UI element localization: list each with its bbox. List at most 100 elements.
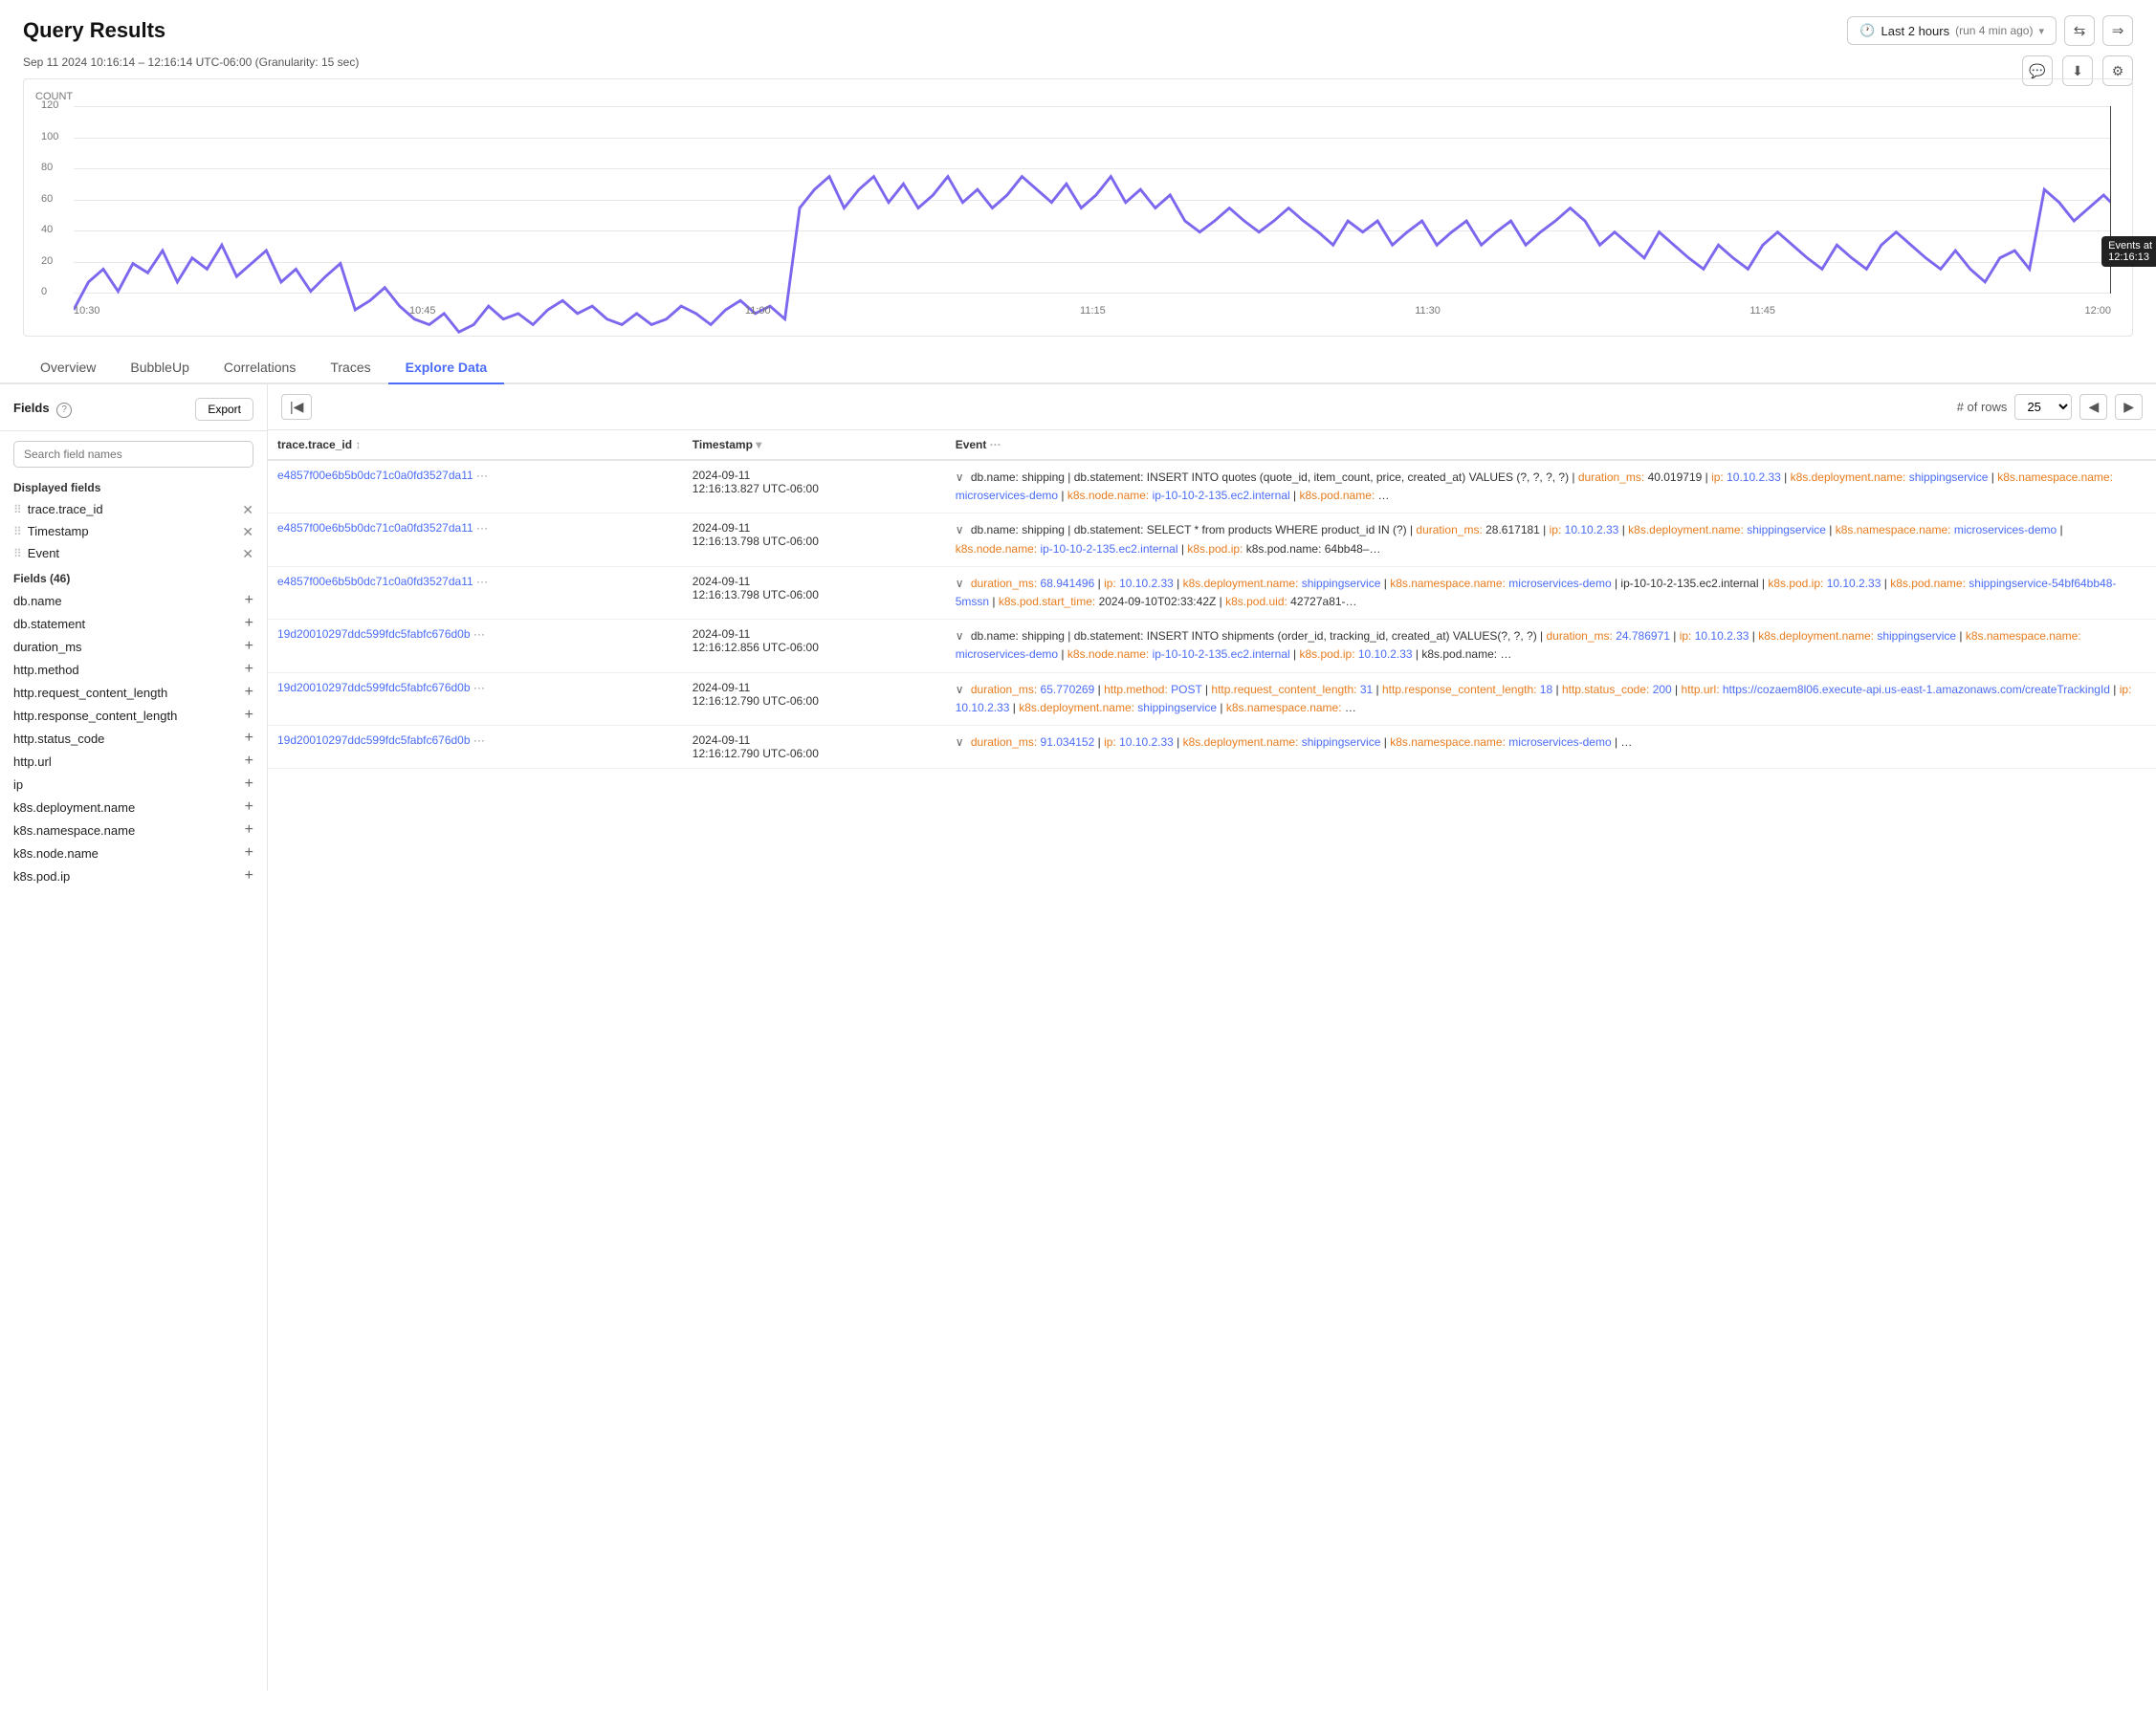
field-name-trace: trace.trace_id	[28, 502, 103, 516]
remove-event-button[interactable]: ✕	[242, 547, 253, 560]
col-header-timestamp[interactable]: Timestamp ▾	[683, 430, 946, 460]
cell-event: ∨ duration_ms: 68.941496 | ip: 10.10.2.3…	[946, 566, 2156, 619]
add-k8s-pod-ip-button[interactable]: +	[245, 868, 253, 884]
expand-row-button[interactable]: ∨	[956, 683, 964, 696]
table-row: e4857f00e6b5b0dc71c0a0fd3527da11 ··· 202…	[268, 566, 2156, 619]
field-add-http-status: http.status_code +	[0, 727, 267, 750]
field-add-k8s-deployment: k8s.deployment.name +	[0, 796, 267, 819]
table-row: e4857f00e6b5b0dc71c0a0fd3527da11 ··· 202…	[268, 514, 2156, 566]
remove-timestamp-button[interactable]: ✕	[242, 525, 253, 538]
chart-area: COUNT 120 100 80 60 40 20 0 10:30 10:45 …	[23, 78, 2133, 337]
col-header-trace-id[interactable]: trace.trace_id ↕	[268, 430, 683, 460]
drag-icon-trace: ⠿	[13, 503, 22, 516]
cell-event: ∨ duration_ms: 91.034152 | ip: 10.10.2.3…	[946, 725, 2156, 768]
y-tick-60: 60	[41, 193, 53, 205]
tooltip-label: Events at	[2108, 240, 2152, 251]
table-row: 19d20010297ddc599fdc5fabfc676d0b ··· 202…	[268, 672, 2156, 725]
field-name-db-statement: db.statement	[13, 617, 85, 631]
field-add-db-statement: db.statement +	[0, 612, 267, 635]
cell-timestamp: 2024-09-1112:16:12.790 UTC-06:00	[683, 672, 946, 725]
add-http-resp-len-button[interactable]: +	[245, 708, 253, 723]
y-tick-100: 100	[41, 131, 58, 142]
row-more-button[interactable]: ···	[473, 681, 485, 694]
line-chart-svg	[74, 106, 2111, 458]
table-panel: |◀ # of rows 25 50 100 ◀ ▶ trace.trace_i…	[268, 384, 2156, 1691]
trace-id-link[interactable]: 19d20010297ddc599fdc5fabfc676d0b	[277, 627, 471, 641]
clock-icon: 🕐	[1859, 23, 1875, 38]
field-add-http-url: http.url +	[0, 750, 267, 773]
trace-id-link[interactable]: e4857f00e6b5b0dc71c0a0fd3527da11	[277, 521, 473, 535]
forward-button[interactable]: ⇒	[2102, 15, 2133, 46]
add-db-name-button[interactable]: +	[245, 593, 253, 608]
trace-id-link[interactable]: 19d20010297ddc599fdc5fabfc676d0b	[277, 733, 471, 747]
chart-x-labels: 10:30 10:45 11:00 11:15 11:30 11:45 12:0…	[74, 305, 2111, 317]
add-http-url-button[interactable]: +	[245, 754, 253, 769]
remove-trace-button[interactable]: ✕	[242, 503, 253, 516]
expand-row-button[interactable]: ∨	[956, 629, 964, 643]
row-more-button[interactable]: ···	[473, 733, 485, 747]
x-label-1130: 11:30	[1415, 305, 1441, 317]
add-ip-button[interactable]: +	[245, 776, 253, 792]
field-name-http-status: http.status_code	[13, 732, 104, 746]
add-duration-ms-button[interactable]: +	[245, 639, 253, 654]
top-bar-right: 🕐 Last 2 hours (run 4 min ago) ▾ ⇆ ⇒	[1847, 15, 2133, 46]
field-name-k8s-node: k8s.node.name	[13, 846, 99, 861]
expand-row-button[interactable]: ∨	[956, 577, 964, 590]
trace-id-link[interactable]: e4857f00e6b5b0dc71c0a0fd3527da11	[277, 575, 473, 588]
field-name-http-req-len: http.request_content_length	[13, 686, 167, 700]
cell-trace-id: e4857f00e6b5b0dc71c0a0fd3527da11 ···	[268, 514, 683, 566]
table-row: 19d20010297ddc599fdc5fabfc676d0b ··· 202…	[268, 725, 2156, 768]
page-title: Query Results	[23, 18, 165, 43]
x-label-1115: 11:15	[1080, 305, 1106, 317]
chart-tooltip-box: Events at 12:16:13	[2101, 236, 2156, 267]
field-name-db-name: db.name	[13, 594, 62, 608]
x-label-1200: 12:00	[2084, 305, 2111, 317]
row-more-button[interactable]: ···	[476, 469, 488, 482]
field-timestamp: ⠿ Timestamp ✕	[0, 520, 267, 542]
chart-inner: 120 100 80 60 40 20 0 10:30 10:45 11:00 …	[35, 106, 2121, 317]
expand-row-button[interactable]: ∨	[956, 470, 964, 484]
field-add-http-method: http.method +	[0, 658, 267, 681]
cell-timestamp: 2024-09-1112:16:13.798 UTC-06:00	[683, 514, 946, 566]
field-add-db-name: db.name +	[0, 589, 267, 612]
add-db-statement-button[interactable]: +	[245, 616, 253, 631]
explore-layout: Fields ? Export Displayed fields ⠿ trace…	[0, 384, 2156, 1691]
fields-title-text: Fields	[13, 401, 50, 415]
fields-title: Fields ?	[13, 401, 72, 418]
page-next-button[interactable]: ▶	[2115, 394, 2143, 420]
trace-id-link[interactable]: 19d20010297ddc599fdc5fabfc676d0b	[277, 681, 471, 694]
row-more-button[interactable]: ···	[476, 575, 488, 588]
expand-row-button[interactable]: ∨	[956, 735, 964, 749]
add-http-req-len-button[interactable]: +	[245, 685, 253, 700]
help-icon[interactable]: ?	[56, 403, 72, 418]
row-more-button[interactable]: ···	[476, 521, 488, 535]
field-name-k8s-pod-ip: k8s.pod.ip	[13, 869, 70, 884]
y-tick-20: 20	[41, 255, 53, 267]
y-tick-120: 120	[41, 99, 58, 111]
field-add-duration-ms: duration_ms +	[0, 635, 267, 658]
fields-panel: Fields ? Export Displayed fields ⠿ trace…	[0, 384, 268, 1691]
add-k8s-deployment-button[interactable]: +	[245, 799, 253, 815]
cell-trace-id: 19d20010297ddc599fdc5fabfc676d0b ···	[268, 672, 683, 725]
add-k8s-node-button[interactable]: +	[245, 845, 253, 861]
field-name-ip: ip	[13, 777, 23, 792]
expand-row-button[interactable]: ∨	[956, 523, 964, 536]
field-name-http-url: http.url	[13, 754, 52, 769]
x-label-1030: 10:30	[74, 305, 100, 317]
field-name-event: Event	[28, 546, 59, 560]
field-name-k8s-deployment: k8s.deployment.name	[13, 800, 135, 815]
table-scroll-area[interactable]: trace.trace_id ↕ Timestamp ▾ Event ··· e…	[268, 430, 2156, 1691]
time-picker-button[interactable]: 🕐 Last 2 hours (run 4 min ago) ▾	[1847, 16, 2057, 45]
add-http-status-button[interactable]: +	[245, 731, 253, 746]
row-more-button[interactable]: ···	[473, 627, 485, 641]
y-tick-80: 80	[41, 162, 53, 173]
field-trace-trace-id: ⠿ trace.trace_id ✕	[0, 498, 267, 520]
add-k8s-namespace-button[interactable]: +	[245, 822, 253, 838]
trace-id-link[interactable]: e4857f00e6b5b0dc71c0a0fd3527da11	[277, 469, 473, 482]
cell-event: ∨ db.name: shipping | db.statement: INSE…	[946, 620, 2156, 672]
add-http-method-button[interactable]: +	[245, 662, 253, 677]
cell-trace-id: 19d20010297ddc599fdc5fabfc676d0b ···	[268, 725, 683, 768]
time-range-label: Last 2 hours	[1881, 24, 1950, 38]
chart-y-label: COUNT	[35, 91, 2121, 102]
share-button[interactable]: ⇆	[2064, 15, 2095, 46]
